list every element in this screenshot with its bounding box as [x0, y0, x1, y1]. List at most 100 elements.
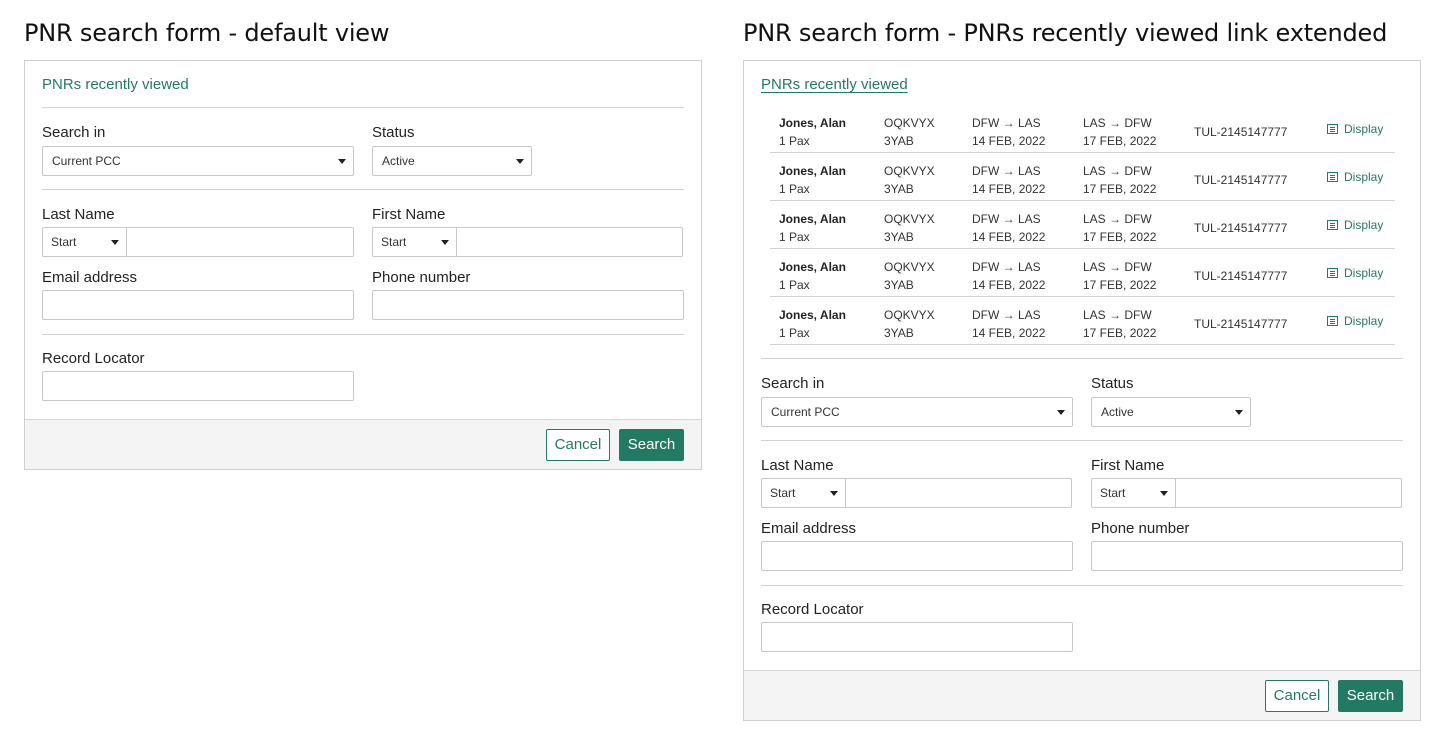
status-label: Status — [1091, 375, 1134, 392]
search-button[interactable]: Search — [619, 429, 684, 461]
email-label: Email address — [42, 269, 138, 286]
display-link-label: Display — [1344, 122, 1384, 136]
recent-outbound-route: DFW → LAS — [972, 164, 1041, 178]
recent-outbound-route: DFW → LAS — [972, 260, 1041, 274]
last-name-match-select[interactable]: Start — [43, 228, 127, 256]
search-in-label: Search in — [761, 375, 825, 392]
document-list-icon — [1327, 124, 1338, 134]
record-locator-label: Record Locator — [42, 350, 145, 367]
recent-passenger-name: Jones, Alan — [779, 308, 846, 322]
recent-pnr-code: OQKVYX — [884, 308, 935, 322]
recent-outbound-date: 14 FEB, 2022 — [972, 230, 1046, 244]
recent-outbound-route: DFW → LAS — [972, 308, 1041, 322]
document-list-icon — [1327, 316, 1338, 326]
recent-return-route: LAS → DFW — [1083, 212, 1152, 226]
recent-pnrs-link[interactable]: PNRs recently viewed — [761, 76, 908, 93]
form-footer: Cancel Search — [25, 419, 701, 469]
display-link[interactable]: Display — [1327, 312, 1383, 330]
recent-passenger-name: Jones, Alan — [779, 212, 846, 226]
recent-pnrs-link[interactable]: PNRs recently viewed — [42, 76, 189, 93]
divider — [761, 585, 1403, 586]
phone-input[interactable] — [1091, 541, 1403, 571]
recent-pnr-subcode: 3YAB — [884, 134, 914, 148]
email-label: Email address — [761, 520, 857, 537]
phone-input[interactable] — [372, 290, 684, 320]
phone-label: Phone number — [372, 269, 471, 286]
recent-reference: TUL-2145147777 — [1194, 173, 1288, 187]
chevron-down-icon — [516, 159, 524, 164]
record-locator-input[interactable] — [42, 371, 354, 401]
last-name-input[interactable] — [846, 479, 1071, 507]
recent-reference: TUL-2145147777 — [1194, 125, 1288, 139]
last-name-label: Last Name — [761, 457, 834, 474]
chevron-down-icon — [111, 240, 119, 245]
search-in-value: Current PCC — [771, 405, 840, 419]
display-link-label: Display — [1344, 266, 1384, 280]
record-locator-input[interactable] — [761, 622, 1073, 652]
last-name-field: Start — [761, 478, 1072, 508]
search-button[interactable]: Search — [1338, 680, 1403, 712]
recent-pnr-code: OQKVYX — [884, 212, 935, 226]
display-link[interactable]: Display — [1327, 168, 1383, 186]
divider — [761, 440, 1403, 441]
recent-passenger-name: Jones, Alan — [779, 116, 846, 130]
display-link[interactable]: Display — [1327, 216, 1383, 234]
last-name-match-value: Start — [770, 486, 796, 500]
status-select[interactable]: Active — [372, 146, 532, 176]
recent-return-route: LAS → DFW — [1083, 164, 1152, 178]
recent-return-date: 17 FEB, 2022 — [1083, 182, 1157, 196]
cancel-button[interactable]: Cancel — [546, 429, 610, 461]
recent-return-route: LAS → DFW — [1083, 308, 1152, 322]
recent-pnr-subcode: 3YAB — [884, 278, 914, 292]
last-name-label: Last Name — [42, 206, 115, 223]
recent-outbound-date: 14 FEB, 2022 — [972, 134, 1046, 148]
display-link[interactable]: Display — [1327, 120, 1383, 138]
recent-return-date: 17 FEB, 2022 — [1083, 326, 1157, 340]
first-name-input[interactable] — [1176, 479, 1401, 507]
display-link-label: Display — [1344, 218, 1384, 232]
recent-pax-count: 1 Pax — [779, 326, 810, 340]
email-input[interactable] — [42, 290, 354, 320]
document-list-icon — [1327, 268, 1338, 278]
pnr-search-form-default: PNRs recently viewed Search in Current P… — [24, 60, 702, 470]
recent-return-route: LAS → DFW — [1083, 260, 1152, 274]
email-input[interactable] — [761, 541, 1073, 571]
status-label: Status — [372, 124, 415, 141]
chevron-down-icon — [441, 240, 449, 245]
first-name-match-value: Start — [1100, 486, 1126, 500]
recent-outbound-date: 14 FEB, 2022 — [972, 326, 1046, 340]
recent-pax-count: 1 Pax — [779, 278, 810, 292]
divider — [42, 189, 684, 190]
first-name-match-select[interactable]: Start — [1092, 479, 1176, 507]
first-name-match-value: Start — [381, 235, 407, 249]
status-select[interactable]: Active — [1091, 397, 1251, 427]
last-name-match-value: Start — [51, 235, 77, 249]
cancel-button[interactable]: Cancel — [1265, 680, 1329, 712]
recent-return-date: 17 FEB, 2022 — [1083, 278, 1157, 292]
recent-outbound-date: 14 FEB, 2022 — [972, 278, 1046, 292]
recent-pnr-row: Jones, Alan 1 Pax OQKVYX 3YAB DFW → LAS 14 FE… — [770, 201, 1395, 249]
recent-reference: TUL-2145147777 — [1194, 221, 1288, 235]
first-name-input[interactable] — [457, 228, 682, 256]
search-in-label: Search in — [42, 124, 106, 141]
recent-outbound-date: 14 FEB, 2022 — [972, 182, 1046, 196]
display-link[interactable]: Display — [1327, 264, 1383, 282]
recent-return-route: LAS → DFW — [1083, 116, 1152, 130]
last-name-input[interactable] — [127, 228, 353, 256]
recent-pnr-code: OQKVYX — [884, 164, 935, 178]
last-name-match-select[interactable]: Start — [762, 479, 846, 507]
recent-return-date: 17 FEB, 2022 — [1083, 134, 1157, 148]
search-in-select[interactable]: Current PCC — [42, 146, 354, 176]
recent-pnr-subcode: 3YAB — [884, 230, 914, 244]
search-in-select[interactable]: Current PCC — [761, 397, 1073, 427]
recent-return-date: 17 FEB, 2022 — [1083, 230, 1157, 244]
recent-outbound-route: DFW → LAS — [972, 116, 1041, 130]
first-name-match-select[interactable]: Start — [373, 228, 457, 256]
recent-reference: TUL-2145147777 — [1194, 269, 1288, 283]
document-list-icon — [1327, 172, 1338, 182]
document-list-icon — [1327, 220, 1338, 230]
first-name-field: Start — [1091, 478, 1402, 508]
divider — [761, 358, 1403, 359]
first-name-label: First Name — [372, 206, 446, 223]
search-in-value: Current PCC — [52, 154, 121, 168]
